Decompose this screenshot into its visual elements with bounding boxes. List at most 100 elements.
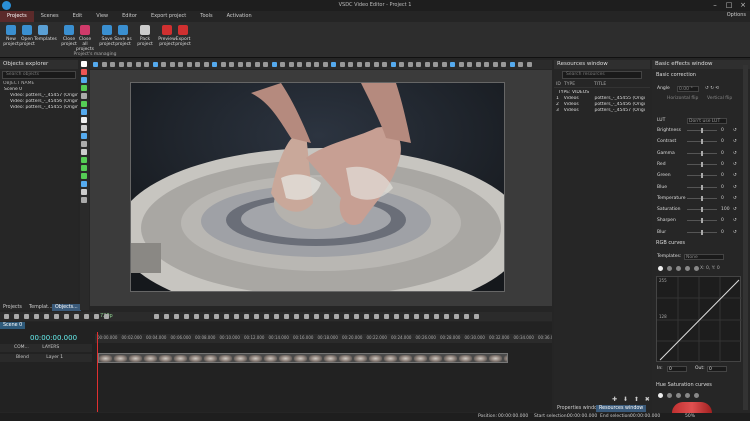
adjust-slider[interactable] (687, 161, 717, 167)
toolbar-icon[interactable] (169, 62, 175, 67)
timeline-tool-icon[interactable] (444, 314, 449, 319)
tool-icon[interactable] (81, 77, 87, 83)
video-clip[interactable] (98, 353, 508, 363)
timeline-tool-icon[interactable] (314, 314, 319, 319)
toolbar-icon[interactable] (399, 62, 404, 67)
toolbar-icon[interactable] (314, 62, 319, 67)
timeline-tool-icon[interactable] (84, 314, 89, 319)
timeline-tool-icon[interactable] (24, 314, 29, 319)
timeline-tool-icon[interactable] (184, 314, 189, 319)
channel-dot[interactable] (685, 266, 690, 271)
adjust-slider[interactable] (687, 207, 717, 213)
menu-view[interactable]: View (89, 11, 115, 22)
adjust-value[interactable]: 100 (721, 207, 730, 213)
timeline-tool-icon[interactable] (154, 314, 159, 319)
toolbar-icon[interactable] (186, 62, 192, 67)
toolbar-icon[interactable] (271, 62, 277, 67)
toolbar-icon[interactable] (246, 62, 251, 67)
tool-icon[interactable] (81, 141, 87, 147)
tab-projects[interactable]: Projects (0, 304, 25, 311)
tool-icon[interactable] (81, 101, 87, 107)
rotate-icons[interactable]: ↺ ↻ ⟲ (705, 86, 719, 92)
channel-dot[interactable] (667, 393, 672, 398)
adjust-value[interactable]: 0 (721, 218, 724, 224)
menu-editor[interactable]: Editor (115, 11, 144, 22)
toolbar-icon[interactable] (467, 62, 472, 67)
timeline-tool-icon[interactable] (224, 314, 229, 319)
toolbar-icon[interactable] (297, 62, 302, 67)
horizontal-flip-checkbox[interactable]: Horizontal flip (667, 96, 698, 102)
playhead[interactable] (97, 332, 98, 412)
timeline-tool-icon[interactable] (414, 314, 419, 319)
scene-tab[interactable]: Scene 0 (0, 322, 26, 329)
toolbar-icon[interactable] (526, 62, 532, 67)
timeline-tool-icon[interactable] (474, 314, 479, 319)
timeline-tool-icon[interactable] (344, 314, 349, 319)
toolbar-icon[interactable] (433, 62, 438, 67)
timeline-tool-icon[interactable] (274, 314, 279, 319)
tab-resources[interactable]: Resources window (596, 405, 647, 412)
timeline-tool-icon[interactable] (94, 314, 99, 319)
reset-icon[interactable]: ↺ (733, 230, 737, 236)
out-input[interactable]: 0 (707, 366, 727, 372)
toolbar-icon[interactable] (127, 62, 132, 67)
templates-button[interactable]: Templates (34, 25, 57, 42)
tool-icon[interactable] (81, 69, 87, 75)
tool-icon[interactable] (81, 149, 87, 155)
toolbar-icon[interactable] (331, 62, 336, 67)
hue-saturation-section[interactable]: Hue Saturation curves (656, 382, 712, 388)
resource-row[interactable]: 3 Videos potters_-_45457 (Origi (554, 108, 650, 114)
menu-activation[interactable]: Activation (220, 11, 259, 22)
lut-select[interactable]: Don't use LUT (687, 118, 727, 124)
toolbar-icon[interactable] (518, 62, 523, 67)
tool-icon[interactable] (81, 173, 87, 179)
vertical-flip-checkbox[interactable]: Vertical flip (707, 96, 732, 102)
timeline-tool-icon[interactable] (104, 314, 109, 319)
timeline-tool-icon[interactable] (164, 314, 169, 319)
toolbar-icon[interactable] (475, 62, 481, 67)
toolbar-icon[interactable] (305, 62, 311, 67)
timeline-ruler[interactable]: 00:00.000 00:02.000 00:04.000 00:06.000 00:0… (95, 334, 552, 343)
timeline-tool-icon[interactable] (404, 314, 409, 319)
toolbar-icon[interactable] (280, 62, 285, 67)
in-input[interactable]: 0 (667, 366, 687, 372)
layer-row[interactable]: Blend Layer 1 (0, 354, 92, 362)
channel-dot[interactable] (667, 266, 672, 271)
reset-icon[interactable]: ↺ (733, 151, 737, 157)
toolbar-icon[interactable] (263, 62, 268, 67)
timeline-tool-icon[interactable] (204, 314, 209, 319)
toolbar-icon[interactable] (161, 62, 166, 67)
toolbar-icon[interactable] (441, 62, 447, 67)
templates-select[interactable]: None (684, 254, 724, 260)
timeline-tool-icon[interactable] (354, 314, 359, 319)
toolbar-icon[interactable] (254, 62, 260, 67)
tool-icon[interactable] (81, 197, 87, 203)
resource-actions[interactable]: ✚ ⬇ ⬆ ✖ (612, 396, 652, 403)
adjust-value[interactable]: 0 (721, 185, 724, 191)
slider-knob[interactable] (701, 207, 703, 213)
slider-knob[interactable] (701, 161, 703, 167)
reset-icon[interactable]: ↺ (733, 185, 737, 191)
timeline-tool-icon[interactable] (174, 314, 179, 319)
slider-knob[interactable] (701, 128, 703, 133)
adjust-slider[interactable] (687, 195, 717, 201)
slider-knob[interactable] (701, 173, 703, 179)
toolbar-icon[interactable] (118, 62, 124, 67)
reset-icon[interactable]: ↺ (733, 218, 737, 224)
toolbar-icon[interactable] (407, 62, 413, 67)
export-button[interactable]: Export project (175, 25, 191, 47)
toolbar-icon[interactable] (348, 62, 353, 67)
toolbar-icon[interactable] (288, 62, 294, 67)
zoom-value[interactable]: 50% (685, 413, 695, 421)
timeline-tool-icon[interactable] (294, 314, 299, 319)
toolbar-icon[interactable] (373, 62, 379, 67)
toolbar-icon[interactable] (356, 62, 362, 67)
timeline-tool-icon[interactable] (54, 314, 59, 319)
tool-icon[interactable] (81, 61, 87, 67)
tool-icon[interactable] (81, 181, 87, 187)
channel-dot[interactable] (694, 266, 699, 271)
preview-button[interactable]: Preview project (158, 25, 176, 47)
channel-dot[interactable] (658, 266, 663, 271)
timeline-tool-icon[interactable] (4, 314, 9, 319)
channel-dot[interactable] (685, 393, 690, 398)
